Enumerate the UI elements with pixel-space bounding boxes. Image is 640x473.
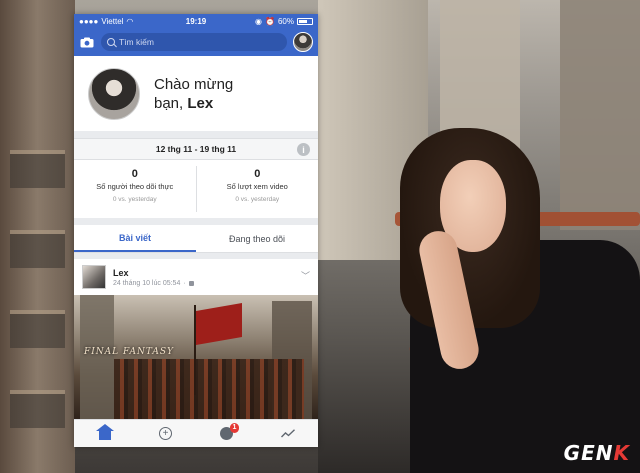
wifi-icon: ◠: [126, 16, 134, 26]
crowd-graphic: [114, 359, 304, 419]
trend-icon: [280, 429, 295, 438]
camera-icon[interactable]: [79, 35, 95, 49]
building-left: [0, 0, 75, 473]
clock: 19:19: [185, 16, 207, 26]
genk-logo: GENK: [563, 441, 630, 465]
search-placeholder: Tìm kiếm: [119, 37, 154, 47]
signal-icon: ●●●●: [79, 16, 99, 26]
home-icon: [95, 424, 114, 440]
welcome-card: Chào mừng bạn, Lex: [74, 56, 318, 131]
avatar[interactable]: [88, 67, 140, 120]
post-header: Lex 24 tháng 10 lúc 05:54 · ﹀: [74, 259, 318, 295]
post-timestamp[interactable]: 24 tháng 10 lúc 05:54: [113, 280, 180, 287]
nav-notifications[interactable]: 1: [196, 420, 257, 447]
stats-panel: 0 Số người theo dõi thực 0 vs. yesterday…: [74, 160, 318, 218]
battery-icon: [297, 17, 313, 25]
nav-insights[interactable]: [257, 420, 318, 447]
nav-create[interactable]: +: [135, 420, 196, 447]
tab-bar: Bài viết Đang theo dõi: [74, 225, 318, 253]
notification-badge: 1: [229, 423, 240, 433]
add-icon: +: [159, 427, 172, 440]
search-input[interactable]: Tìm kiếm: [101, 33, 287, 51]
tab-posts[interactable]: Bài viết: [74, 225, 196, 252]
post-image[interactable]: FINAL FANTASY: [74, 295, 318, 419]
user-name: Lex: [187, 94, 214, 112]
welcome-message: Chào mừng bạn, Lex: [154, 75, 234, 112]
stat-followers: 0 Số người theo dõi thực 0 vs. yesterday: [96, 168, 174, 203]
game-title-logo: FINAL FANTASY: [84, 347, 174, 357]
stat-video-views: 0 Số lượt xem video 0 vs. yesterday: [195, 166, 319, 212]
status-bar: ●●●● Viettel ◠ 19:19 ◉ ⏰ 60%: [74, 14, 318, 28]
post-card: Lex 24 tháng 10 lúc 05:54 · ﹀ FINAL FANT…: [74, 259, 318, 419]
top-navbar: Tìm kiếm: [74, 28, 318, 56]
orientation-lock-icon: ◉: [255, 16, 263, 26]
date-range: 12 thg 11 - 19 thg 11: [155, 144, 237, 154]
battery-percent: 60%: [277, 16, 294, 26]
lock-icon: [188, 280, 194, 286]
tab-following[interactable]: Đang theo dõi: [196, 225, 318, 252]
chevron-down-icon[interactable]: ﹀: [301, 269, 310, 282]
phone-screen: ●●●● Viettel ◠ 19:19 ◉ ⏰ 60% Tìm kiếm Ch…: [74, 14, 318, 447]
nav-home[interactable]: [74, 420, 135, 447]
info-icon[interactable]: i: [297, 143, 310, 156]
bottom-nav: + 1: [74, 419, 318, 447]
carrier-label: Viettel: [101, 16, 124, 26]
flag-graphic: [196, 302, 242, 346]
post-author[interactable]: Lex: [113, 268, 194, 278]
post-author-avatar[interactable]: [82, 265, 106, 289]
date-range-bar: 12 thg 11 - 19 thg 11 i: [74, 138, 318, 160]
search-icon: [107, 38, 115, 46]
profile-avatar[interactable]: [293, 32, 313, 52]
alarm-icon: ⏰: [265, 16, 275, 26]
